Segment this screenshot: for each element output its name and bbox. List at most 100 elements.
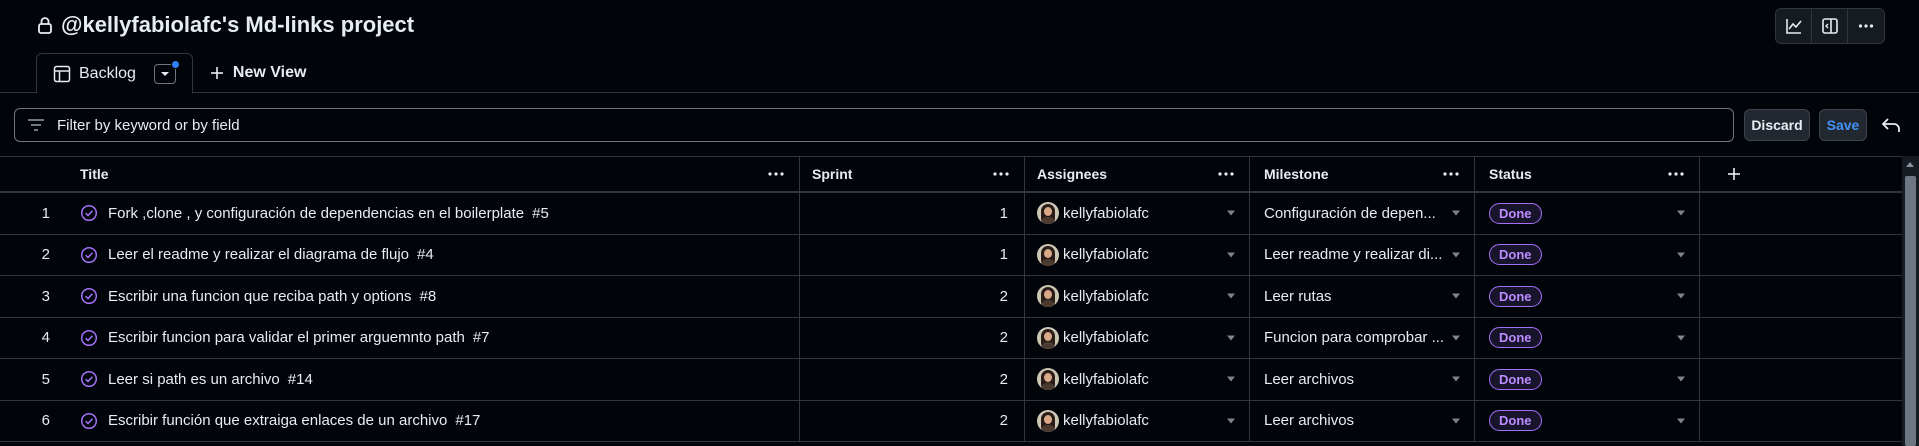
title-cell[interactable]: Escribir función que extraiga enlaces de… [64,400,800,441]
table-row[interactable]: 1 Fork ,clone , y configuración de depen… [0,193,1902,235]
scrollbar-thumb[interactable] [1905,176,1916,446]
column-header-sprint[interactable]: Sprint [800,157,1025,191]
issue-number[interactable]: #7 [473,329,490,346]
issue-number[interactable]: #4 [417,246,434,263]
chevron-down-icon[interactable] [1677,252,1685,258]
status-cell[interactable]: Done [1475,234,1700,275]
chevron-down-icon[interactable] [1677,418,1685,424]
sprint-cell[interactable]: 1 [800,234,1025,275]
issue-title[interactable]: Fork ,clone , y configuración de depende… [108,205,524,222]
scroll-up-arrow-icon[interactable] [1906,162,1914,167]
status-cell[interactable]: Done [1475,276,1700,317]
issue-title[interactable]: Leer el readme y realizar el diagrama de… [108,246,409,263]
undo-icon[interactable] [1880,114,1902,136]
sprint-value: 2 [999,412,1008,430]
chevron-down-icon[interactable] [1227,335,1235,341]
sprint-value: 1 [999,204,1008,222]
filter-input[interactable]: Filter by keyword or by field [14,108,1734,142]
chevron-down-icon[interactable] [1227,210,1235,216]
chevron-down-icon[interactable] [1452,376,1460,382]
issue-number[interactable]: #8 [420,288,437,305]
sidebar-toggle-button[interactable] [1812,9,1848,43]
table-body: 1 Fork ,clone , y configuración de depen… [0,193,1902,442]
assignee-cell[interactable]: kellyfabiolafc [1025,359,1250,400]
milestone-cell[interactable]: Leer archivos [1250,359,1475,400]
more-options-button[interactable] [1848,9,1884,43]
title-cell[interactable]: Leer si path es un archivo #14 [64,359,800,400]
assignee-cell[interactable]: kellyfabiolafc [1025,193,1250,234]
status-cell[interactable]: Done [1475,193,1700,234]
sprint-cell[interactable]: 2 [800,276,1025,317]
title-cell[interactable]: Leer el readme y realizar el diagrama de… [64,234,800,275]
milestone-value: Leer archivos [1264,370,1355,388]
chevron-down-icon[interactable] [1227,376,1235,382]
insights-button[interactable] [1776,9,1812,43]
title-cell[interactable]: Escribir una funcion que reciba path y o… [64,276,800,317]
column-menu-icon[interactable] [992,171,1010,177]
add-field-button[interactable] [1700,157,1902,191]
discard-button[interactable]: Discard [1744,109,1810,141]
issue-title[interactable]: Escribir una funcion que reciba path y o… [108,288,412,305]
issue-number[interactable]: #17 [455,412,480,429]
issue-closed-icon [80,412,98,429]
sprint-cell[interactable]: 2 [800,400,1025,441]
chevron-down-icon[interactable] [1227,293,1235,299]
row-number-text: 4 [41,329,50,347]
column-menu-icon[interactable] [1442,171,1460,177]
column-menu-icon[interactable] [1217,171,1235,177]
assignee-cell[interactable]: kellyfabiolafc [1025,276,1250,317]
status-cell[interactable]: Done [1475,359,1700,400]
issue-title[interactable]: Escribir funcion para validar el primer … [108,329,465,346]
column-header-milestone[interactable]: Milestone [1250,157,1475,191]
issue-title[interactable]: Escribir función que extraiga enlaces de… [108,412,447,429]
milestone-cell[interactable]: Leer rutas [1250,276,1475,317]
issue-closed-icon [80,288,98,305]
chevron-down-icon[interactable] [1452,418,1460,424]
save-button[interactable]: Save [1819,109,1867,141]
milestone-cell[interactable]: Configuración de depen... [1250,193,1475,234]
chevron-down-icon[interactable] [1452,335,1460,341]
column-menu-icon[interactable] [1667,171,1685,177]
chevron-down-icon[interactable] [1452,252,1460,258]
table-row[interactable]: 2 Leer el readme y realizar el diagrama … [0,234,1902,276]
column-menu-icon[interactable] [767,171,785,177]
view-options-dropdown[interactable] [153,59,180,84]
sprint-cell[interactable]: 2 [800,359,1025,400]
chevron-down-icon[interactable] [1677,293,1685,299]
chevron-down-icon[interactable] [1677,210,1685,216]
plus-icon [1728,168,1740,180]
milestone-cell[interactable]: Leer readme y realizar di... [1250,234,1475,275]
assignee-cell[interactable]: kellyfabiolafc [1025,234,1250,275]
table-header-row: Title Sprint Assignees Milestone Status [0,156,1902,193]
sprint-cell[interactable]: 1 [800,193,1025,234]
table-row[interactable]: 4 Escribir funcion para validar el prime… [0,317,1902,359]
chevron-down-icon[interactable] [1452,293,1460,299]
chevron-down-icon[interactable] [1227,252,1235,258]
table-row[interactable]: 3 Escribir una funcion que reciba path y… [0,276,1902,318]
chevron-down-icon[interactable] [1227,418,1235,424]
issue-number[interactable]: #5 [532,205,549,222]
row-number: 2 [0,235,64,276]
milestone-cell[interactable]: Leer archivos [1250,400,1475,441]
table-row[interactable]: 5 Leer si path es un archivo #14 2 kelly… [0,359,1902,401]
column-header-status[interactable]: Status [1475,157,1700,191]
milestone-cell[interactable]: Funcion para comprobar ... [1250,317,1475,358]
issue-title[interactable]: Leer si path es un archivo [108,371,280,388]
tab-backlog[interactable]: Backlog [36,53,193,94]
sprint-cell[interactable]: 2 [800,317,1025,358]
assignee-cell[interactable]: kellyfabiolafc [1025,400,1250,441]
chevron-down-icon[interactable] [1677,376,1685,382]
title-cell[interactable]: Escribir funcion para validar el primer … [64,317,800,358]
column-header-title[interactable]: Title [64,157,800,191]
column-header-assignees[interactable]: Assignees [1025,157,1250,191]
status-cell[interactable]: Done [1475,400,1700,441]
chevron-down-icon[interactable] [1452,210,1460,216]
status-cell[interactable]: Done [1475,317,1700,358]
title-cell[interactable]: Fork ,clone , y configuración de depende… [64,193,800,234]
vertical-scrollbar[interactable] [1902,156,1919,446]
assignee-cell[interactable]: kellyfabiolafc [1025,317,1250,358]
new-view-button[interactable]: New View [193,53,323,93]
issue-number[interactable]: #14 [288,371,313,388]
chevron-down-icon[interactable] [1677,335,1685,341]
table-row[interactable]: 6 Escribir función que extraiga enlaces … [0,400,1902,442]
